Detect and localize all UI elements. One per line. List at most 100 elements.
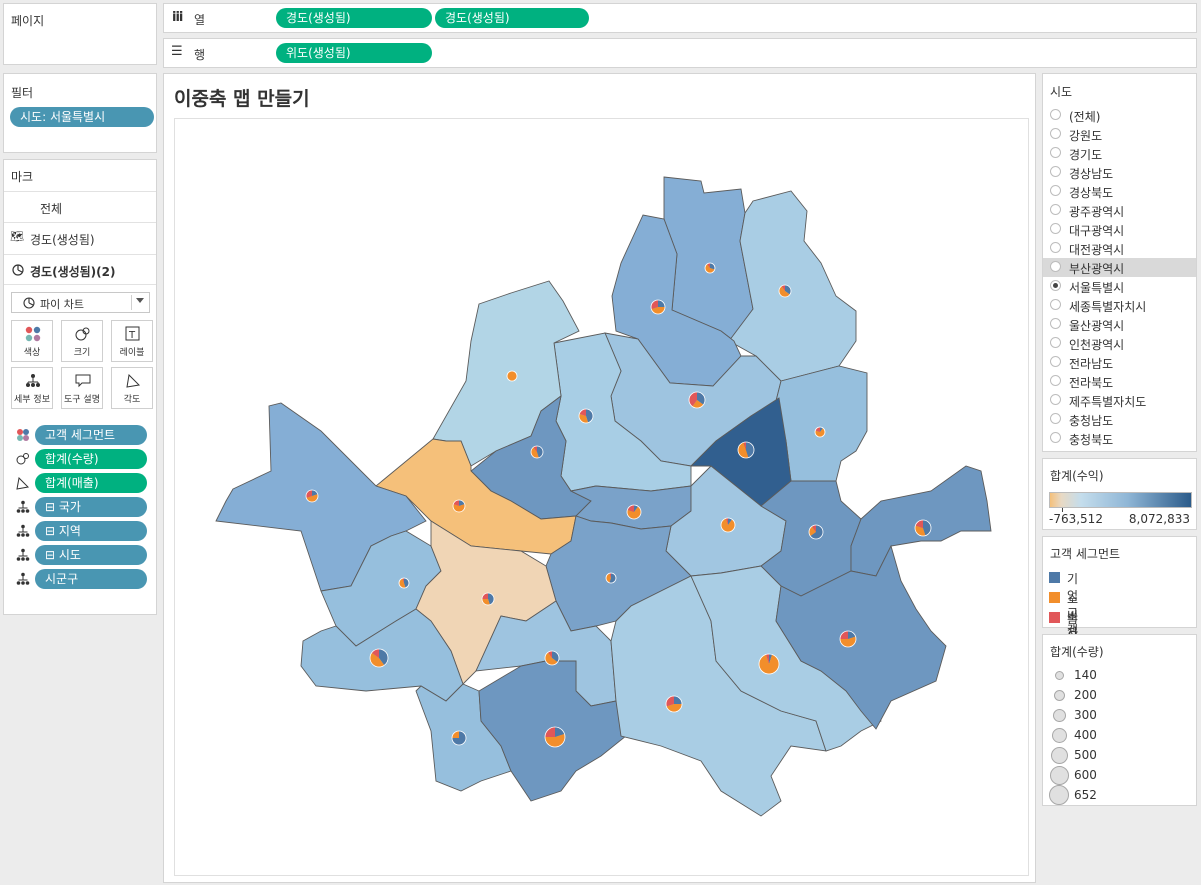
sido-option[interactable]: 강원도 bbox=[1043, 125, 1196, 144]
sido-option-label: 전라북도 bbox=[1069, 376, 1114, 390]
sido-option[interactable]: 전라남도 bbox=[1043, 353, 1196, 372]
color-button[interactable]: 색상 bbox=[11, 320, 53, 362]
pie-mark[interactable] bbox=[808, 524, 824, 540]
pie-mark[interactable] bbox=[544, 650, 560, 666]
map-icon: 🗺 bbox=[10, 230, 24, 243]
pie-mark[interactable] bbox=[720, 517, 736, 533]
pie-mark[interactable] bbox=[814, 426, 826, 438]
sido-option[interactable]: (전체) bbox=[1043, 106, 1196, 125]
radio-icon[interactable] bbox=[1050, 375, 1061, 386]
encoding-pill[interactable]: ⊟ 시도 bbox=[35, 545, 147, 565]
rows-pill-1[interactable]: 위도(생성됨) bbox=[276, 43, 432, 63]
marks-title: 마크 bbox=[11, 170, 34, 184]
pie-mark[interactable] bbox=[506, 370, 518, 382]
pie-mark[interactable] bbox=[758, 653, 780, 675]
radio-icon[interactable] bbox=[1050, 204, 1061, 215]
radio-icon[interactable] bbox=[1050, 356, 1061, 367]
sido-option[interactable]: 서울특별시 bbox=[1043, 277, 1196, 296]
radio-icon[interactable] bbox=[1050, 109, 1061, 120]
sido-option[interactable]: 대전광역시 bbox=[1043, 239, 1196, 258]
pie-mark[interactable] bbox=[626, 504, 642, 520]
sido-option[interactable]: 경상북도 bbox=[1043, 182, 1196, 201]
radio-icon[interactable] bbox=[1050, 147, 1061, 158]
map-pane[interactable] bbox=[174, 118, 1029, 876]
quantity-legend-label: 500 bbox=[1074, 748, 1097, 762]
sido-option[interactable]: 제주특별자치도 bbox=[1043, 391, 1196, 410]
detail-button[interactable]: 세부 정보 bbox=[11, 367, 53, 409]
district-jungnang[interactable] bbox=[775, 365, 868, 482]
pie-mark[interactable] bbox=[578, 408, 594, 424]
pages-card[interactable]: 페이지 bbox=[3, 3, 157, 65]
sido-option[interactable]: 대구광역시 bbox=[1043, 220, 1196, 239]
columns-pill-2[interactable]: 경도(생성됨) bbox=[435, 8, 589, 28]
profit-legend-title: 합계(수익) bbox=[1050, 469, 1104, 483]
pie-mark[interactable] bbox=[369, 648, 389, 668]
radio-icon[interactable] bbox=[1050, 394, 1061, 405]
pie-mark[interactable] bbox=[839, 630, 857, 648]
sido-option-label: 경기도 bbox=[1069, 148, 1103, 162]
columns-pill-1[interactable]: 경도(생성됨) bbox=[276, 8, 432, 28]
pie-mark[interactable] bbox=[665, 695, 683, 713]
pie-mark[interactable] bbox=[481, 592, 495, 606]
sido-option-label: 제주특별자치도 bbox=[1069, 395, 1147, 409]
pie-mark[interactable] bbox=[688, 391, 706, 409]
radio-icon[interactable] bbox=[1050, 261, 1061, 272]
marks-layer1-tab[interactable]: 🗺 경도(생성됨) bbox=[4, 222, 156, 253]
pie-mark[interactable] bbox=[452, 499, 466, 513]
marks-layer2-tab[interactable]: 경도(생성됨)(2) bbox=[4, 254, 156, 285]
radio-icon[interactable] bbox=[1050, 185, 1061, 196]
pie-mark[interactable] bbox=[605, 572, 617, 584]
sido-option-label: 충청북도 bbox=[1069, 433, 1114, 447]
sido-option[interactable]: 부산광역시 bbox=[1043, 258, 1196, 277]
angle-button[interactable]: 각도 bbox=[111, 367, 153, 409]
sido-option[interactable]: 경상남도 bbox=[1043, 163, 1196, 182]
rows-shelf[interactable]: ☰ 행 위도(생성됨) bbox=[163, 38, 1197, 68]
pie-mark[interactable] bbox=[914, 519, 932, 537]
radio-icon[interactable] bbox=[1050, 166, 1061, 177]
sido-option[interactable]: 광주광역시 bbox=[1043, 201, 1196, 220]
pie-mark[interactable] bbox=[530, 445, 544, 459]
filter-pill-sido[interactable]: 시도: 서울특별시 bbox=[10, 107, 154, 127]
encoding-pill[interactable]: ⊟ 국가 bbox=[35, 497, 147, 517]
sido-option[interactable]: 충청북도 bbox=[1043, 429, 1196, 448]
pie-mark[interactable] bbox=[451, 730, 467, 746]
pie-mark[interactable] bbox=[650, 299, 666, 315]
pie-mark[interactable] bbox=[305, 489, 319, 503]
marks-all-tab[interactable]: 전체 bbox=[4, 191, 156, 222]
columns-shelf[interactable]: iii 열 경도(생성됨) 경도(생성됨) bbox=[163, 3, 1197, 33]
radio-icon[interactable] bbox=[1050, 242, 1061, 253]
encoding-pill[interactable]: ⊟ 지역 bbox=[35, 521, 147, 541]
radio-icon[interactable] bbox=[1050, 318, 1061, 329]
pie-mark[interactable] bbox=[737, 441, 755, 459]
sido-filter-card: 시도 (전체) 강원도 경기도 경상남도 경상북도 광주광역시 대구광역시 대전광역시 부산광역… bbox=[1042, 73, 1197, 452]
pie-mark[interactable] bbox=[704, 262, 716, 274]
seoul-district-map[interactable] bbox=[175, 119, 1028, 875]
radio-icon[interactable] bbox=[1050, 299, 1061, 310]
radio-icon[interactable] bbox=[1050, 337, 1061, 348]
sido-option[interactable]: 충청남도 bbox=[1043, 410, 1196, 429]
pie-mark[interactable] bbox=[778, 284, 792, 298]
encoding-pill[interactable]: 시군구 bbox=[35, 569, 147, 589]
radio-icon[interactable] bbox=[1050, 432, 1061, 443]
sido-option[interactable]: 경기도 bbox=[1043, 144, 1196, 163]
radio-icon[interactable] bbox=[1050, 223, 1061, 234]
sido-option[interactable]: 전라북도 bbox=[1043, 372, 1196, 391]
sido-option[interactable]: 인천광역시 bbox=[1043, 334, 1196, 353]
pie-mark[interactable] bbox=[398, 577, 410, 589]
tooltip-button[interactable]: 도구 설명 bbox=[61, 367, 103, 409]
pie-mark[interactable] bbox=[544, 726, 566, 748]
rows-label: 행 bbox=[194, 48, 206, 62]
label-button[interactable]: T 레이블 bbox=[111, 320, 153, 362]
radio-icon[interactable] bbox=[1050, 128, 1061, 139]
radio-icon[interactable] bbox=[1050, 280, 1061, 291]
encoding-pill[interactable]: 고객 세그먼트 bbox=[35, 425, 147, 445]
sido-option[interactable]: 세종특별자치시 bbox=[1043, 296, 1196, 315]
sido-option[interactable]: 울산광역시 bbox=[1043, 315, 1196, 334]
radio-icon[interactable] bbox=[1050, 413, 1061, 424]
filters-card[interactable]: 필터 시도: 서울특별시 bbox=[3, 73, 157, 153]
encoding-pill[interactable]: 합계(매출) bbox=[35, 473, 147, 493]
encoding-pill[interactable]: 합계(수량) bbox=[35, 449, 147, 469]
sido-option-label: 광주광역시 bbox=[1069, 205, 1125, 219]
size-button[interactable]: 크기 bbox=[61, 320, 103, 362]
mark-type-dropdown[interactable]: 파이 차트 bbox=[11, 292, 150, 313]
